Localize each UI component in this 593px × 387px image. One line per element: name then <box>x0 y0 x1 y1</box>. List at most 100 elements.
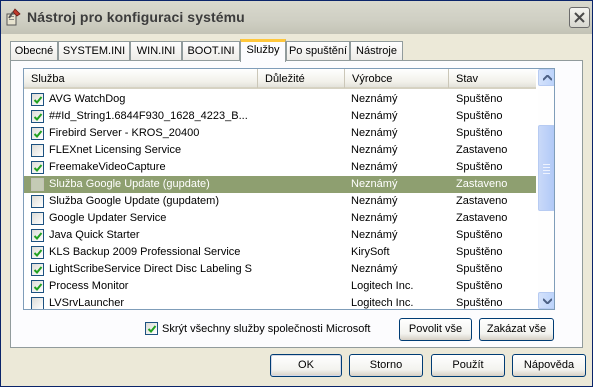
cell-status: Zastaveno <box>456 195 508 207</box>
cell-service: ##Id_String1.6844F930_1628_4223_B... <box>49 110 248 122</box>
service-enabled-checkbox[interactable] <box>31 161 44 174</box>
help-button[interactable]: Nápověda <box>512 354 586 377</box>
service-enabled-checkbox <box>31 178 44 191</box>
tab-win-ini[interactable]: WIN.INI <box>130 41 182 61</box>
cell-manufacturer: Neznámý <box>351 229 398 241</box>
tab-tools[interactable]: Nástroje <box>350 41 403 61</box>
services-list[interactable]: Služba Důležité Výrobce Stav AVG WatchDo… <box>23 68 555 310</box>
service-row[interactable]: KLS Backup 2009 Professional Service Kiry… <box>24 244 536 261</box>
service-row[interactable]: Process Monitor Logitech Inc. Spuštěno <box>24 278 536 295</box>
scroll-thumb[interactable] <box>538 125 554 211</box>
cell-status: Spuštěno <box>456 263 503 275</box>
checkmark-icon <box>33 232 43 240</box>
cancel-button[interactable]: Storno <box>349 354 423 377</box>
system-config-window: Nástroj pro konfiguraci systému Obecné S… <box>0 0 593 387</box>
service-row[interactable]: FLEXnet Licensing Service Neznámý Zastaven… <box>24 142 536 159</box>
cell-status: Spuštěno <box>456 110 503 122</box>
vertical-scrollbar[interactable] <box>538 69 554 309</box>
cell-service: LightScribeService Direct Disc Labeling … <box>49 263 253 275</box>
service-row[interactable]: Java Quick Starter Neznámý Spuštěno <box>24 227 536 244</box>
cell-manufacturer: Neznámý <box>351 178 398 190</box>
cell-service: LVSrvLauncher <box>49 297 125 309</box>
close-button[interactable] <box>569 7 590 28</box>
checkmark-icon <box>147 325 157 333</box>
cell-manufacturer: Neznámý <box>351 93 398 105</box>
column-header-status[interactable]: Stav <box>449 69 536 88</box>
enable-all-button[interactable]: Povolit vše <box>399 318 472 341</box>
cell-manufacturer: Logitech Inc. <box>351 297 414 309</box>
title-bar[interactable]: Nástroj pro konfiguraci systému <box>1 1 592 34</box>
cell-manufacturer: Neznámý <box>351 161 398 173</box>
thumb-grip <box>543 167 550 168</box>
ok-button[interactable]: OK <box>270 354 342 377</box>
checkmark-icon <box>33 113 43 121</box>
cell-status: Spuštěno <box>456 297 503 309</box>
cell-manufacturer: Neznámý <box>351 110 398 122</box>
msconfig-app-icon <box>6 8 22 26</box>
service-enabled-checkbox[interactable] <box>31 93 44 106</box>
service-row[interactable]: Služba Google Update (gupdatem) Neznámý Za… <box>24 193 536 210</box>
service-enabled-checkbox[interactable] <box>31 144 44 157</box>
cell-service: Firebird Server - KROS_20400 <box>49 127 200 139</box>
disable-all-button[interactable]: Zakázat vše <box>479 318 554 341</box>
cell-status: Spuštěno <box>456 127 503 139</box>
cell-status: Zastaveno <box>456 144 508 156</box>
checkmark-icon <box>33 283 43 291</box>
checkmark-icon <box>33 266 43 274</box>
list-header: Služba Důležité Výrobce Stav <box>24 69 536 89</box>
cell-service: Java Quick Starter <box>49 229 140 241</box>
column-header-manufacturer[interactable]: Výrobce <box>345 69 449 88</box>
cell-manufacturer: Neznámý <box>351 144 398 156</box>
service-row[interactable]: LightScribeService Direct Disc Labeling … <box>24 261 536 278</box>
cell-manufacturer: Neznámý <box>351 212 398 224</box>
cell-service: FreemakeVideoCapture <box>49 161 166 173</box>
service-row[interactable]: Firebird Server - KROS_20400 Neznámý Spušt… <box>24 125 536 142</box>
hide-microsoft-label: Skrýt všechny služby společnosti Microso… <box>162 323 371 335</box>
cell-service: Služba Google Update (gupdate) <box>49 178 210 190</box>
tab-startup[interactable]: Po spuštění <box>286 41 350 61</box>
cell-status: Spuštěno <box>456 280 503 292</box>
window-title: Nástroj pro konfiguraci systému <box>27 9 245 25</box>
service-enabled-checkbox[interactable] <box>31 110 44 123</box>
cell-manufacturer: Neznámý <box>351 195 398 207</box>
service-enabled-checkbox[interactable] <box>31 212 44 225</box>
cell-status: Zastaveno <box>456 212 508 224</box>
service-enabled-checkbox[interactable] <box>31 263 44 276</box>
cell-manufacturer: KirySoft <box>351 246 390 258</box>
thumb-grip <box>543 173 550 174</box>
column-header-important[interactable]: Důležité <box>258 69 345 88</box>
cell-status: Spuštěno <box>456 93 503 105</box>
cell-status: Zastaveno <box>456 178 508 190</box>
hide-microsoft-checkbox[interactable] <box>145 322 158 335</box>
scroll-up-button[interactable] <box>538 69 554 86</box>
tab-system-ini[interactable]: SYSTEM.INI <box>58 41 130 61</box>
thumb-grip <box>543 170 550 171</box>
service-row[interactable]: AVG WatchDog Neznámý Spuštěno <box>24 91 536 108</box>
scroll-down-button[interactable] <box>538 292 554 309</box>
service-row[interactable]: FreemakeVideoCapture Neznámý Spuštěno <box>24 159 536 176</box>
cell-service: Služba Google Update (gupdatem) <box>49 195 219 207</box>
apply-button[interactable]: Použít <box>431 354 505 377</box>
cell-service: FLEXnet Licensing Service <box>49 144 182 156</box>
checkmark-icon <box>33 96 43 104</box>
service-enabled-checkbox[interactable] <box>31 229 44 242</box>
service-row[interactable]: Služba Google Update (gupdate) Neznámý Zas… <box>24 176 536 193</box>
service-enabled-checkbox[interactable] <box>31 127 44 140</box>
thumb-grip <box>543 164 550 165</box>
cell-status: Spuštěno <box>456 229 503 241</box>
service-row[interactable]: LVSrvLauncher Logitech Inc. Spuštěno <box>24 295 536 309</box>
cell-manufacturer: Logitech Inc. <box>351 280 414 292</box>
service-enabled-checkbox[interactable] <box>31 297 44 309</box>
service-enabled-checkbox[interactable] <box>31 195 44 208</box>
service-enabled-checkbox[interactable] <box>31 280 44 293</box>
checkmark-icon <box>33 249 43 257</box>
column-header-service[interactable]: Služba <box>24 69 258 88</box>
service-enabled-checkbox[interactable] <box>31 246 44 259</box>
cell-service: KLS Backup 2009 Professional Service <box>49 246 241 258</box>
service-row[interactable]: ##Id_String1.6844F930_1628_4223_B... Nezn… <box>24 108 536 125</box>
tab-general[interactable]: Obecné <box>10 41 58 61</box>
tab-boot-ini[interactable]: BOOT.INI <box>182 41 240 61</box>
tab-services[interactable]: Služby <box>240 39 286 62</box>
service-row[interactable]: Google Updater Service Neznámý Zastaveno <box>24 210 536 227</box>
cell-manufacturer: Neznámý <box>351 263 398 275</box>
